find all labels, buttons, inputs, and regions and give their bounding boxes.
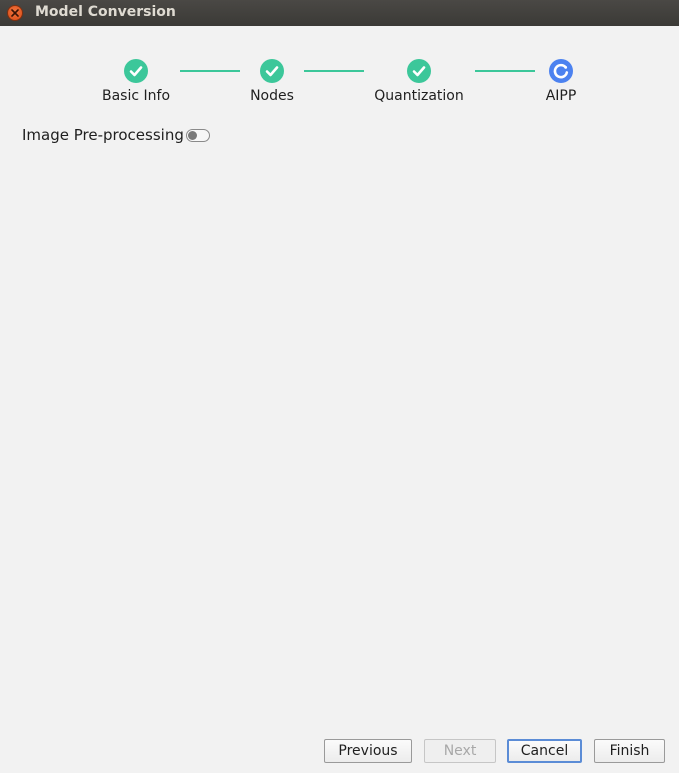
step-label-basic-info: Basic Info [101,88,171,104]
previous-button[interactable]: Previous [324,739,412,763]
step-connector [304,70,364,72]
model-conversion-dialog: Model Conversion Basic Info Nodes Quanti… [0,0,679,773]
step-label-aipp: AIPP [545,88,577,104]
image-preprocessing-toggle[interactable] [186,129,210,142]
image-preprocessing-label: Image Pre-processing [22,126,184,144]
step-basic-info-check-icon [124,59,148,83]
conversion-stepper: Basic Info Nodes Quantization AIPP [0,0,679,110]
step-aipp-loading-icon [549,59,573,83]
step-connector [180,70,240,72]
cancel-button[interactable]: Cancel [507,739,582,763]
step-nodes-check-icon [260,59,284,83]
step-connector [475,70,535,72]
step-label-quantization: Quantization [374,88,464,104]
next-button[interactable]: Next [424,739,496,763]
step-quantization-check-icon [407,59,431,83]
step-label-nodes: Nodes [250,88,294,104]
toggle-knob [188,131,197,140]
finish-button[interactable]: Finish [594,739,665,763]
